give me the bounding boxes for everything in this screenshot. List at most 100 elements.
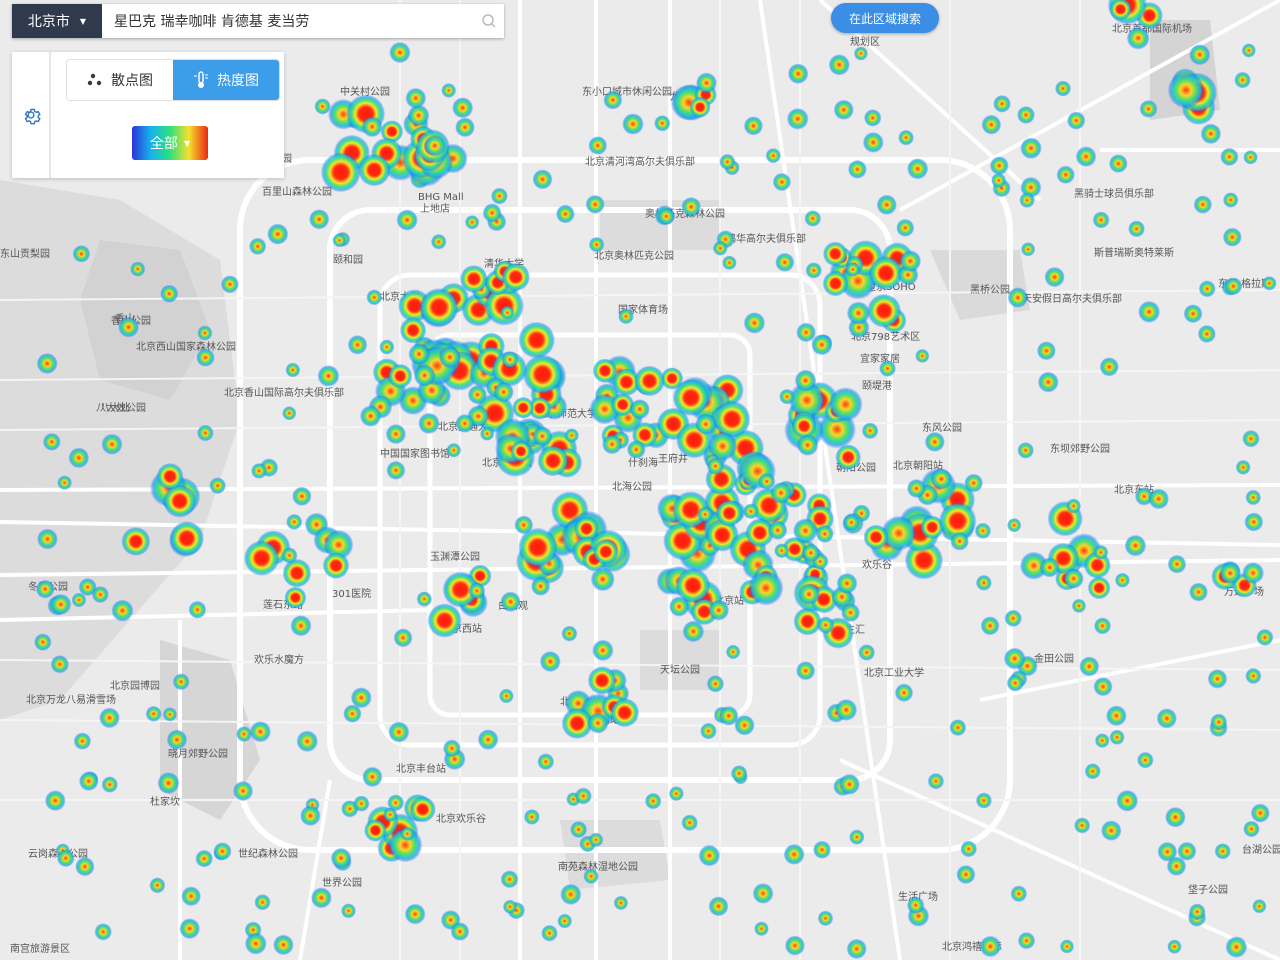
heat-spot — [1017, 106, 1035, 124]
visualization-panel: 散点图 热度图 全部 ▼ — [12, 52, 284, 178]
heat-spot — [915, 348, 930, 363]
heat-spot — [358, 153, 391, 187]
heat-spot — [730, 765, 748, 782]
heat-spot — [514, 515, 534, 535]
heat-spot — [672, 379, 710, 416]
heat-spot — [1124, 534, 1147, 557]
heat-spot — [385, 423, 406, 445]
heat-spot — [779, 388, 795, 405]
heat-spot — [196, 348, 215, 367]
heat-spot — [585, 194, 605, 214]
heat-spot — [72, 245, 91, 263]
search-this-area-button[interactable]: 在此区域搜索 — [831, 3, 939, 33]
search-input[interactable] — [102, 4, 474, 38]
heat-spot — [249, 237, 267, 255]
heat-spot — [405, 87, 427, 109]
heat-spot — [149, 877, 166, 894]
heat-spot — [1084, 763, 1101, 780]
heat-spot — [438, 346, 461, 369]
heat-spot — [273, 934, 294, 956]
legend-filter-dropdown[interactable]: 全部 ▼ — [132, 126, 208, 160]
heat-spot — [592, 358, 618, 383]
heat-spot — [166, 729, 188, 750]
heat-spot — [1007, 518, 1022, 533]
caret-down-icon: ▼ — [183, 138, 191, 148]
heat-spot — [99, 707, 120, 729]
tab-scatter[interactable]: 散点图 — [67, 60, 173, 100]
heat-spot — [924, 431, 945, 452]
heat-spot — [78, 771, 99, 791]
heat-spot — [467, 385, 488, 405]
city-selector-button[interactable]: 北京市 ▼ — [12, 4, 102, 38]
heat-spot — [160, 284, 179, 303]
heat-spot — [71, 592, 87, 608]
map-label: 鸿华高尔夫俱乐部 — [726, 232, 806, 245]
heat-spot — [101, 776, 118, 793]
heat-spot — [1092, 211, 1110, 229]
heat-spot — [396, 209, 418, 231]
heat-spot — [500, 870, 519, 889]
heat-spot — [518, 321, 555, 359]
heat-spot — [162, 707, 178, 722]
heat-spot — [906, 478, 926, 498]
heat-spot — [1167, 939, 1182, 954]
heat-spot — [1245, 489, 1261, 506]
tab-heatmap[interactable]: 热度图 — [173, 60, 279, 100]
map-label: 南宫旅游景区 — [10, 942, 70, 955]
heat-spot — [1128, 220, 1145, 238]
heat-spot — [75, 856, 95, 877]
heat-spot — [42, 432, 61, 451]
heat-spot — [752, 883, 774, 904]
heat-spot — [949, 719, 967, 737]
settings-toggle[interactable] — [12, 52, 51, 178]
map-label: 百里山森林公园 — [262, 185, 332, 198]
heat-spot — [698, 844, 721, 867]
map-label: 天坛公园 — [660, 664, 700, 676]
heat-spot — [1219, 562, 1242, 585]
heat-spot — [588, 136, 608, 155]
heat-spot — [450, 922, 470, 941]
heat-spot — [1234, 71, 1251, 89]
heat-spot — [696, 72, 717, 94]
heat-spot — [787, 63, 809, 84]
search-icon[interactable] — [474, 4, 504, 38]
heat-spot — [1250, 803, 1270, 823]
heat-spot — [930, 468, 952, 490]
heat-spot — [1099, 357, 1119, 377]
heat-spot — [783, 843, 805, 865]
heat-spot — [793, 518, 818, 544]
heat-spot — [320, 152, 361, 193]
heat-spot — [689, 96, 711, 118]
map-label: 垡子公园 — [1188, 883, 1228, 896]
heat-spot — [1197, 324, 1216, 343]
map-label: 东坝郊野公园 — [1050, 442, 1110, 455]
heat-spot — [765, 148, 781, 164]
heat-spot — [389, 41, 411, 64]
heat-spot — [1166, 856, 1187, 876]
heat-spot — [791, 413, 817, 439]
heat-spot — [1137, 751, 1154, 769]
heat-spot — [1189, 582, 1208, 602]
heat-spot — [1167, 554, 1187, 574]
heat-spot — [300, 805, 321, 827]
heat-spot — [981, 114, 1002, 135]
heat-spot — [68, 447, 90, 469]
heat-spot — [347, 335, 368, 355]
heat-spot — [725, 644, 741, 660]
heat-spot — [843, 514, 860, 531]
heat-spot — [286, 513, 303, 530]
heat-spot — [894, 683, 914, 702]
heat-spot — [1075, 146, 1097, 167]
heat-spot — [768, 520, 788, 540]
heat-spot — [657, 207, 675, 225]
heat-spot — [786, 108, 809, 130]
heat-spot — [817, 616, 835, 634]
heat-spot — [898, 129, 914, 146]
heat-spot — [907, 896, 925, 914]
heat-spot — [556, 204, 575, 224]
heat-spot — [188, 600, 207, 619]
heat-spot — [400, 826, 415, 841]
heat-spot — [512, 396, 535, 419]
heat-spot — [991, 172, 1007, 188]
heat-spot — [332, 233, 347, 248]
